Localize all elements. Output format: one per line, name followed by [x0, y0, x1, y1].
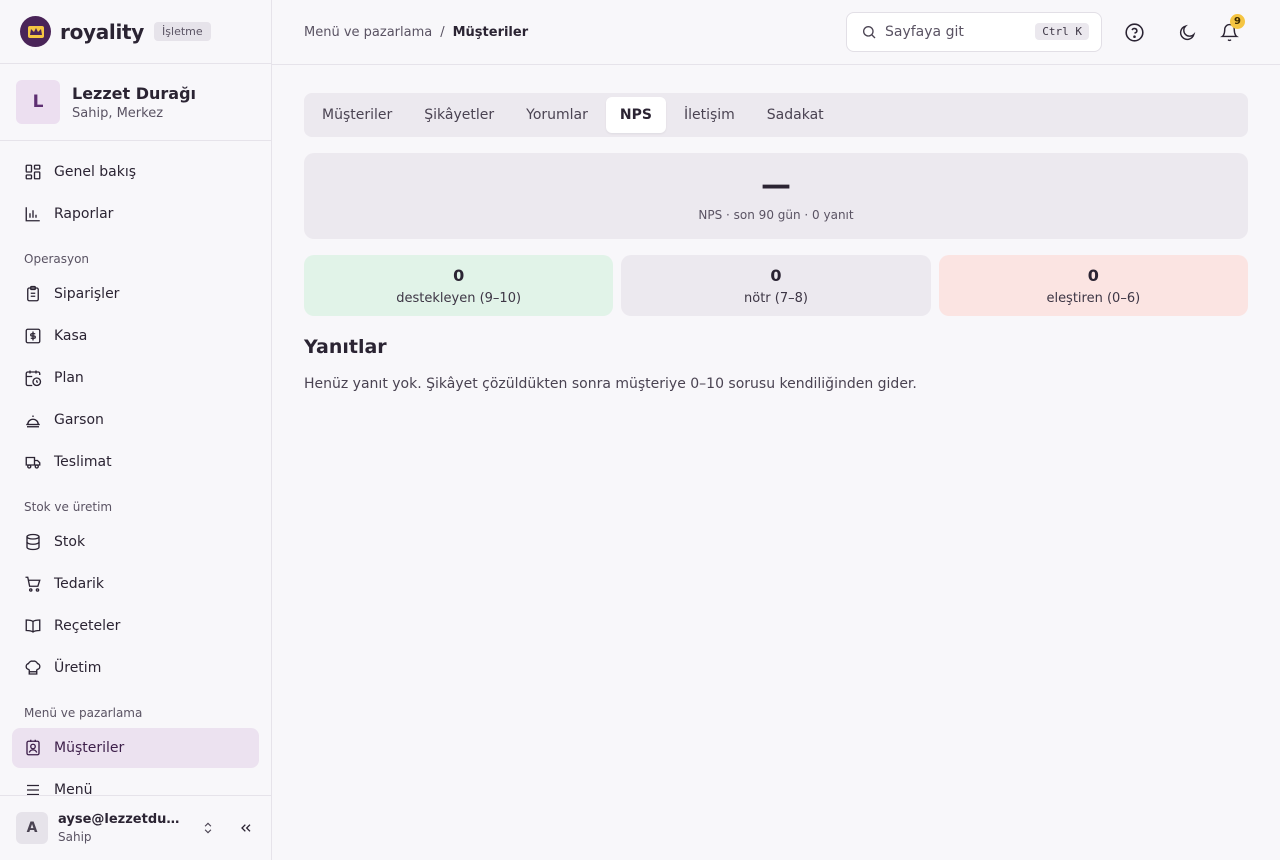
responses-title: Yanıtlar — [304, 336, 387, 358]
top-header: Menü ve pazarlama / Müşteriler Sayfaya g… — [272, 0, 1280, 65]
org-role: Sahip, Merkez — [72, 105, 164, 121]
nav-section-operasyon: Operasyon — [24, 252, 90, 266]
brand-name: royality — [60, 19, 145, 44]
sidebar-item-label: Siparişler — [54, 286, 120, 302]
nps-breakdown: 0 destekleyen (9–10) 0 nötr (7–8) 0 eleş… — [304, 255, 1248, 316]
help-button[interactable] — [1122, 20, 1146, 44]
user-menu[interactable]: A ayse@lezzetduragi.com Sahip — [0, 795, 271, 860]
sidebar-item-raporlar[interactable]: Raporlar — [12, 194, 259, 234]
breadcrumb: Menü ve pazarlama / Müşteriler — [304, 25, 528, 40]
crown-logo-icon — [20, 16, 51, 47]
org-switcher[interactable]: L Lezzet Durağı Sahip, Merkez — [0, 64, 271, 141]
search-placeholder: Sayfaya git — [885, 24, 964, 40]
cart-icon — [25, 576, 41, 592]
chevron-up-down-icon[interactable] — [196, 816, 220, 840]
responses-empty-state: Henüz yanıt yok. Şikâyet çözüldükten son… — [304, 376, 917, 392]
sidebar-item-label: Üretim — [54, 660, 102, 676]
sidebar-item-plan[interactable]: Plan — [12, 358, 259, 398]
passives-card: 0 nötr (7–8) — [621, 255, 931, 316]
detractors-card: 0 eleştiren (0–6) — [938, 255, 1248, 316]
passives-count: 0 — [770, 265, 782, 285]
passives-label: nötr (7–8) — [744, 290, 808, 306]
help-circle-icon — [1124, 22, 1144, 42]
sidebar-item-stok[interactable]: Stok — [12, 522, 259, 562]
sidebar-item-label: Teslimat — [54, 454, 112, 470]
sidebar-item-tedarik[interactable]: Tedarik — [12, 564, 259, 604]
main-content: Müşteriler Şikâyetler Yorumlar NPS İleti… — [304, 93, 1248, 392]
sidebar: royality İşletme L Lezzet Durağı Sahip, … — [0, 0, 272, 860]
contact-icon — [26, 739, 40, 756]
sidebar-item-label: Plan — [54, 370, 84, 386]
tab-iletisim[interactable]: İletişim — [670, 97, 749, 133]
org-avatar: L — [16, 80, 60, 124]
nav-section-menu: Menü ve pazarlama — [24, 706, 143, 720]
sidebar-item-garson[interactable]: Garson — [12, 400, 259, 440]
sidebar-item-label: Garson — [54, 412, 104, 428]
sidebar-item-label: Genel bakış — [54, 164, 137, 180]
tab-nps[interactable]: NPS — [605, 97, 666, 133]
user-email: ayse@lezzetduragi.com — [58, 812, 182, 827]
brand-badge: İşletme — [154, 22, 211, 41]
sidebar-nav: Genel bakış Raporlar Operasyon Siparişle… — [12, 152, 259, 812]
promoters-count: 0 — [453, 265, 465, 285]
breadcrumb-separator: / — [440, 24, 445, 40]
calendar-clock-icon — [25, 370, 42, 387]
sidebar-item-label: Raporlar — [54, 206, 114, 222]
search-icon — [863, 26, 876, 39]
layout-grid-icon — [25, 164, 41, 180]
sidebar-item-kasa[interactable]: Kasa — [12, 316, 259, 356]
user-role: Sahip — [58, 830, 92, 844]
sidebar-item-musteriler[interactable]: Müşteriler — [12, 728, 259, 768]
dollar-box-icon — [25, 328, 41, 344]
org-name: Lezzet Durağı — [72, 83, 197, 103]
cloche-icon — [26, 415, 40, 428]
clipboard-icon — [27, 285, 39, 302]
sidebar-item-label: Müşteriler — [54, 740, 125, 756]
nps-score: — — [761, 168, 791, 203]
nps-subtitle: NPS · son 90 gün · 0 yanıt — [698, 208, 854, 222]
breadcrumb-parent[interactable]: Menü ve pazarlama — [304, 25, 432, 40]
sidebar-item-uretim[interactable]: Üretim — [12, 648, 259, 688]
brand: royality İşletme — [0, 0, 271, 64]
chef-hat-icon — [25, 660, 41, 675]
sidebar-item-label: Stok — [54, 534, 86, 550]
notifications-button[interactable]: 9 — [1217, 14, 1245, 44]
book-icon — [25, 619, 41, 633]
user-avatar: A — [16, 812, 48, 844]
customer-tabs: Müşteriler Şikâyetler Yorumlar NPS İleti… — [304, 93, 1248, 137]
bar-chart-icon — [25, 207, 40, 222]
sidebar-item-teslimat[interactable]: Teslimat — [12, 442, 259, 482]
database-icon — [26, 533, 40, 551]
shortcut-hint: Ctrl K — [1035, 23, 1089, 40]
nav-section-stok: Stok ve üretim — [24, 500, 113, 514]
sidebar-item-label: Tedarik — [54, 576, 105, 592]
sidebar-item-label: Reçeteler — [54, 618, 121, 634]
promoters-card: 0 destekleyen (9–10) — [304, 255, 614, 316]
sidebar-item-siparisler[interactable]: Siparişler — [12, 274, 259, 314]
notification-count-badge: 9 — [1230, 14, 1245, 29]
promoters-label: destekleyen (9–10) — [396, 290, 522, 306]
moon-icon — [1179, 24, 1195, 40]
detractors-count: 0 — [1087, 265, 1099, 285]
search-input[interactable]: Sayfaya git Ctrl K — [846, 12, 1102, 52]
sidebar-item-receteler[interactable]: Reçeteler — [12, 606, 259, 646]
truck-icon — [25, 456, 41, 469]
tab-sikayetler[interactable]: Şikâyetler — [410, 97, 508, 133]
theme-toggle-button[interactable] — [1175, 20, 1199, 44]
nps-summary-card: — NPS · son 90 gün · 0 yanıt — [304, 153, 1248, 239]
tab-sadakat[interactable]: Sadakat — [753, 97, 838, 133]
sidebar-item-label: Kasa — [54, 328, 88, 344]
detractors-label: eleştiren (0–6) — [1046, 290, 1141, 306]
tab-yorumlar[interactable]: Yorumlar — [512, 97, 602, 133]
tab-musteriler[interactable]: Müşteriler — [308, 97, 406, 133]
breadcrumb-current: Müşteriler — [452, 24, 529, 40]
collapse-sidebar-icon[interactable] — [234, 816, 258, 840]
sidebar-item-genel-bakis[interactable]: Genel bakış — [12, 152, 259, 192]
